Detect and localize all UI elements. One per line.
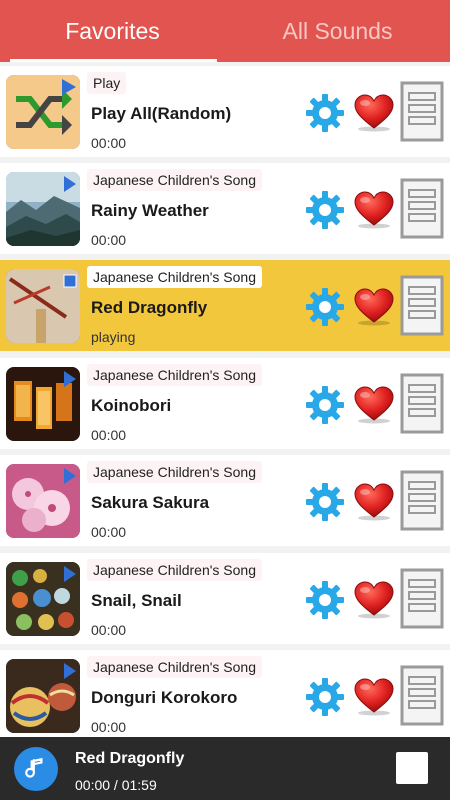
lyrics-document-icon[interactable]	[400, 665, 444, 726]
song-title: Red Dragonfly	[91, 298, 208, 317]
list-item-donguri-korokoro[interactable]: Japanese Children's Song Donguri Korokor…	[0, 650, 450, 737]
lyrics-document-icon[interactable]	[400, 275, 444, 336]
category-tag: Japanese Children's Song	[87, 169, 263, 191]
misty-mountains-thumbnail[interactable]	[6, 172, 80, 246]
stop-button[interactable]	[396, 752, 428, 784]
category-tag: Play	[87, 72, 127, 94]
heart-icon[interactable]	[353, 483, 395, 521]
gear-icon[interactable]	[305, 287, 345, 327]
song-title: Koinobori	[91, 396, 172, 415]
cherry-blossom-thumbnail[interactable]	[6, 464, 80, 538]
lyrics-document-icon[interactable]	[400, 81, 444, 142]
heart-icon[interactable]	[353, 94, 395, 132]
tab-favorites[interactable]: Favorites	[0, 0, 225, 62]
list-item-sakura-sakura[interactable]: Japanese Children's Song Sakura Sakura 0…	[0, 455, 450, 546]
tab-favorites-label: Favorites	[65, 17, 160, 44]
marbles-thumbnail[interactable]	[6, 562, 80, 636]
cherry-blossom-graphic	[6, 464, 80, 538]
music-note-icon	[25, 757, 43, 778]
song-title: Rainy Weather	[91, 201, 209, 220]
song-status: playing	[91, 329, 136, 345]
song-time: 00:00	[91, 427, 127, 443]
song-title: Play All(Random)	[91, 104, 232, 123]
dragonfly-thumbnail[interactable]	[6, 269, 80, 343]
lanterns-graphic	[6, 367, 80, 441]
gear-icon[interactable]	[305, 580, 345, 620]
song-time: 00:00	[91, 524, 127, 540]
misty-mountains-graphic	[6, 172, 80, 246]
list-item-snail-snail[interactable]: Japanese Children's Song Snail, Snail 00…	[0, 553, 450, 644]
song-time: 00:00	[91, 232, 127, 248]
list-item-play-all[interactable]: Play Play All(Random) 00:00	[0, 66, 450, 157]
lyrics-document-icon[interactable]	[400, 470, 444, 531]
gear-icon[interactable]	[305, 482, 345, 522]
tab-all-sounds-label: All Sounds	[282, 17, 393, 44]
heart-icon[interactable]	[353, 386, 395, 424]
now-playing-time: 00:00 / 01:59	[75, 777, 157, 793]
heart-icon[interactable]	[353, 191, 395, 229]
shuffle-icon[interactable]	[6, 75, 80, 149]
heart-icon[interactable]	[353, 678, 395, 716]
gear-icon[interactable]	[305, 190, 345, 230]
lyrics-document-icon[interactable]	[400, 373, 444, 434]
now-playing-bar[interactable]: Red Dragonfly 00:00 / 01:59	[0, 737, 450, 800]
song-title: Sakura Sakura	[91, 493, 210, 512]
category-tag: Japanese Children's Song	[87, 559, 263, 581]
sound-list[interactable]: Play Play All(Random) 00:00 Japanese Chi…	[0, 62, 450, 737]
gear-icon[interactable]	[305, 93, 345, 133]
lanterns-thumbnail[interactable]	[6, 367, 80, 441]
song-time: 00:00	[91, 622, 127, 638]
tab-bar: Favorites All Sounds	[0, 0, 450, 62]
gear-icon[interactable]	[305, 385, 345, 425]
song-title: Snail, Snail	[91, 591, 182, 610]
list-item-red-dragonfly[interactable]: Japanese Children's Song Red Dragonfly p…	[0, 260, 450, 351]
list-item-koinobori[interactable]: Japanese Children's Song Koinobori 00:00	[0, 358, 450, 449]
song-time: 00:00	[91, 719, 127, 735]
temari-balls-thumbnail[interactable]	[6, 659, 80, 733]
category-tag: Japanese Children's Song	[87, 364, 263, 386]
dragonfly-graphic	[6, 269, 80, 343]
now-playing-title: Red Dragonfly	[75, 750, 185, 767]
category-tag: Japanese Children's Song	[87, 266, 263, 288]
heart-icon[interactable]	[353, 288, 395, 326]
lyrics-document-icon[interactable]	[400, 178, 444, 239]
shuffle-thumbnail-graphic	[6, 75, 80, 149]
lyrics-document-icon[interactable]	[400, 568, 444, 629]
music-note-button[interactable]	[14, 747, 58, 791]
marbles-graphic	[6, 562, 80, 636]
temari-balls-graphic	[6, 659, 80, 733]
song-title: Donguri Korokoro	[91, 688, 238, 707]
heart-icon[interactable]	[353, 581, 395, 619]
category-tag: Japanese Children's Song	[87, 656, 263, 678]
song-time: 00:00	[91, 135, 127, 151]
tab-all-sounds[interactable]: All Sounds	[225, 0, 450, 62]
category-tag: Japanese Children's Song	[87, 461, 263, 483]
gear-icon[interactable]	[305, 677, 345, 717]
list-item-rainy-weather[interactable]: Japanese Children's Song Rainy Weather 0…	[0, 163, 450, 254]
